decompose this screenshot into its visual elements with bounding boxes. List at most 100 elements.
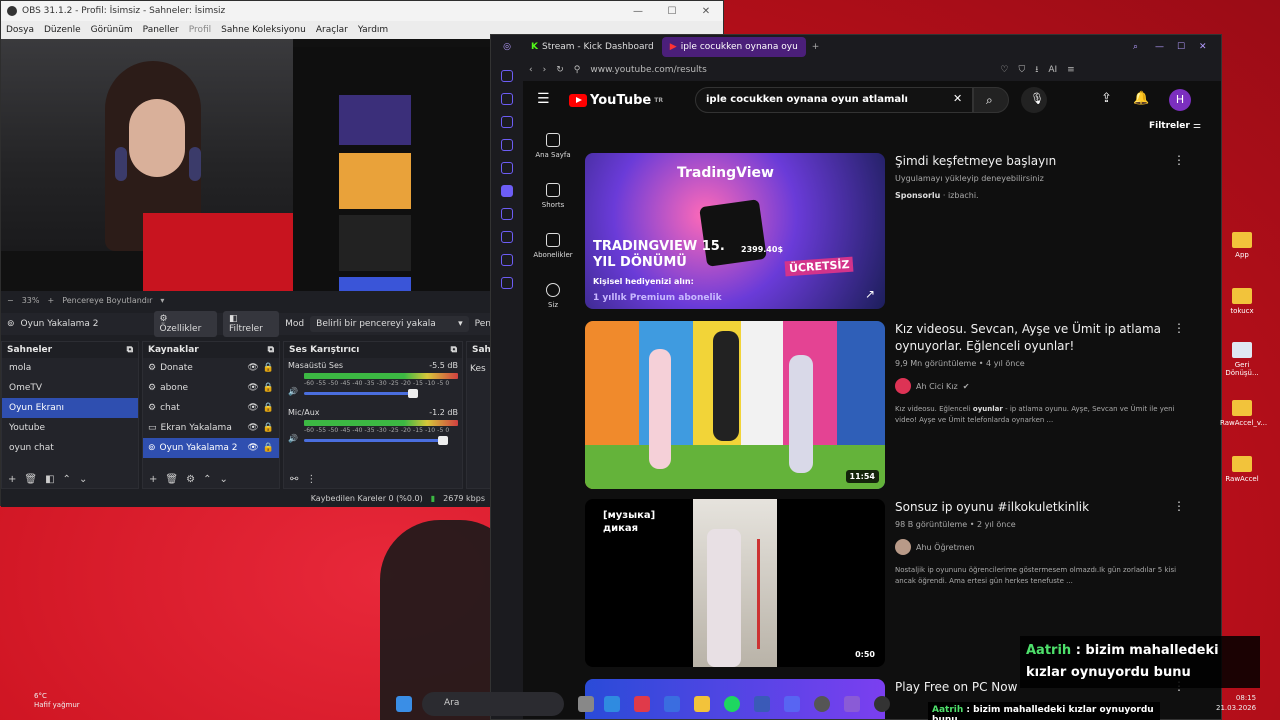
- task-view-icon[interactable]: [578, 696, 594, 712]
- obs-preview-canvas[interactable]: [1, 39, 491, 291]
- eye-icon[interactable]: 👁: [247, 383, 258, 393]
- tab-youtube[interactable]: ▶ iple cocukken oynana oyu: [661, 37, 806, 57]
- dock-menu-icon[interactable]: ⧉: [451, 345, 457, 355]
- move-down-icon[interactable]: ⌄: [79, 474, 87, 485]
- store-icon[interactable]: [664, 696, 680, 712]
- speaker-icon[interactable]: 🔊: [288, 387, 298, 396]
- site-info-icon[interactable]: ⚲: [574, 65, 581, 75]
- volume-slider[interactable]: [303, 435, 448, 445]
- menu-icon[interactable]: ≡: [1067, 65, 1075, 75]
- speaker-icon[interactable]: 🔊: [288, 434, 298, 443]
- eye-icon[interactable]: 👁: [247, 363, 258, 373]
- explorer-icon[interactable]: [694, 696, 710, 712]
- nav-you[interactable]: Siz: [523, 271, 583, 321]
- nav-subscriptions[interactable]: Abonelikler: [523, 221, 583, 271]
- hamburger-menu-icon[interactable]: ☰: [537, 91, 550, 107]
- filters-button[interactable]: ◧ Filtreler: [223, 311, 280, 337]
- twitch-icon[interactable]: [501, 185, 513, 197]
- dock-menu-icon[interactable]: ⧉: [127, 345, 133, 355]
- obs-taskbar-icon[interactable]: [814, 696, 830, 712]
- music-icon[interactable]: [501, 162, 513, 174]
- workspace-icon[interactable]: [501, 116, 513, 128]
- lock-icon[interactable]: 🔒: [263, 443, 274, 453]
- clear-search-icon[interactable]: ✕: [953, 92, 962, 105]
- history-icon[interactable]: [501, 231, 513, 243]
- refresh-icon[interactable]: [501, 93, 513, 105]
- eye-icon[interactable]: 👁: [247, 403, 258, 413]
- minimize-icon[interactable]: —: [1155, 42, 1177, 52]
- new-tab-icon[interactable]: +: [812, 42, 820, 52]
- close-icon[interactable]: ✕: [1199, 42, 1221, 52]
- scene-item[interactable]: Youtube: [2, 418, 138, 438]
- result-title[interactable]: Şimdi keşfetmeye başlayın: [895, 153, 1185, 170]
- eye-icon[interactable]: 👁: [247, 423, 258, 433]
- desktop-icon[interactable]: RawAccel_v...: [1220, 400, 1267, 427]
- zoom-mode[interactable]: Pencereye Boyutlandır: [62, 296, 152, 305]
- url-field[interactable]: www.youtube.com/results: [590, 65, 990, 75]
- result-title[interactable]: Sonsuz ip oyunu #ilkokuletkinlik: [895, 499, 1185, 516]
- remove-source-icon[interactable]: 🗑: [165, 474, 178, 485]
- search-result-ad[interactable]: TradingView TRADINGVIEW 15. YIL DÖNÜMÜ 2…: [585, 153, 1185, 311]
- system-clock[interactable]: 08:15 21.03.2026: [1216, 693, 1256, 713]
- channel-row[interactable]: Ahu Öğretmen: [895, 539, 1185, 555]
- source-item-selected[interactable]: ⊚ Oyun Yakalama 2 👁 🔒: [143, 438, 279, 458]
- voice-search-button[interactable]: 🎙: [1021, 87, 1047, 113]
- menu-tools[interactable]: Araçlar: [311, 25, 353, 35]
- opera-logo-icon[interactable]: ◎: [491, 42, 523, 52]
- lock-icon[interactable]: 🔒: [263, 403, 274, 413]
- zoom-out-icon[interactable]: −: [7, 296, 14, 305]
- reload-icon[interactable]: ↻: [556, 65, 564, 75]
- move-up-icon[interactable]: ⌃: [203, 474, 211, 485]
- weather-widget[interactable]: 6°C Hafif yağmur: [10, 692, 80, 710]
- search-button[interactable]: ⌕: [973, 87, 1009, 113]
- taskbar-search[interactable]: Ara: [422, 692, 564, 716]
- scene-item[interactable]: oyun chat: [2, 438, 138, 458]
- more-icon[interactable]: ⋮: [306, 474, 316, 485]
- lock-icon[interactable]: 🔒: [263, 383, 274, 393]
- scene-filter-icon[interactable]: ◧: [45, 474, 54, 485]
- menu-edit[interactable]: Düzenle: [39, 25, 86, 35]
- player-icon[interactable]: [501, 208, 513, 220]
- app-icon[interactable]: [844, 696, 860, 712]
- spotify-icon[interactable]: [724, 696, 740, 712]
- scene-item[interactable]: mola: [2, 358, 138, 378]
- desktop-icon[interactable]: App: [1220, 232, 1264, 259]
- more-actions-icon[interactable]: ⋮: [1173, 321, 1185, 335]
- channel-row[interactable]: Ah Cici Kız ✔: [895, 378, 1185, 394]
- forward-icon[interactable]: ›: [543, 65, 547, 75]
- ai-button[interactable]: AI: [1048, 65, 1057, 75]
- volume-slider[interactable]: [303, 388, 418, 398]
- search-icon[interactable]: ⌕: [1133, 42, 1155, 52]
- lock-icon[interactable]: 🔒: [263, 363, 274, 373]
- source-item[interactable]: ⚙ Donate 👁 🔒: [143, 358, 279, 378]
- maximize-icon[interactable]: ☐: [1177, 42, 1199, 52]
- nav-home[interactable]: Ana Sayfa: [523, 121, 583, 171]
- edge-icon[interactable]: [604, 696, 620, 712]
- menu-file[interactable]: Dosya: [1, 25, 39, 35]
- desktop-icon[interactable]: tokucx: [1220, 288, 1264, 315]
- video-thumbnail[interactable]: [музыка] дикая 0:50: [585, 499, 885, 667]
- properties-button[interactable]: ⚙ Özellikler: [153, 311, 217, 337]
- eye-icon[interactable]: 👁: [247, 443, 258, 453]
- search-result[interactable]: 11:54 Kız videosu. Sevcan, Ayşe ve Ümit …: [585, 321, 1185, 489]
- downloads-icon[interactable]: ⭳: [1035, 62, 1038, 78]
- scene-item[interactable]: OmeTV: [2, 378, 138, 398]
- transition-select[interactable]: Kes: [467, 358, 490, 378]
- zoom-in-icon[interactable]: +: [47, 296, 54, 305]
- ad-thumbnail[interactable]: TradingView TRADINGVIEW 15. YIL DÖNÜMÜ 2…: [585, 153, 885, 309]
- menu-profile[interactable]: Profil: [184, 25, 216, 35]
- more-actions-icon[interactable]: ⋮: [1173, 153, 1185, 167]
- video-thumbnail[interactable]: 11:54: [585, 321, 885, 489]
- add-source-icon[interactable]: +: [149, 474, 157, 485]
- upload-icon[interactable]: ⇪: [1101, 91, 1112, 106]
- source-item[interactable]: ⚙ abone 👁 🔒: [143, 378, 279, 398]
- filters-button[interactable]: Filtreler ⚌: [1149, 121, 1201, 131]
- app-icon[interactable]: [874, 696, 890, 712]
- menu-scene-collection[interactable]: Sahne Koleksiyonu: [216, 25, 311, 35]
- menu-view[interactable]: Görünüm: [86, 25, 138, 35]
- source-item[interactable]: ⚙ chat 👁 🔒: [143, 398, 279, 418]
- search-input[interactable]: iple cocukken oynana oyun atlamalı: [695, 87, 973, 113]
- menu-docks[interactable]: Paneller: [138, 25, 184, 35]
- maximize-icon[interactable]: ☐: [655, 6, 689, 17]
- move-down-icon[interactable]: ⌄: [219, 474, 227, 485]
